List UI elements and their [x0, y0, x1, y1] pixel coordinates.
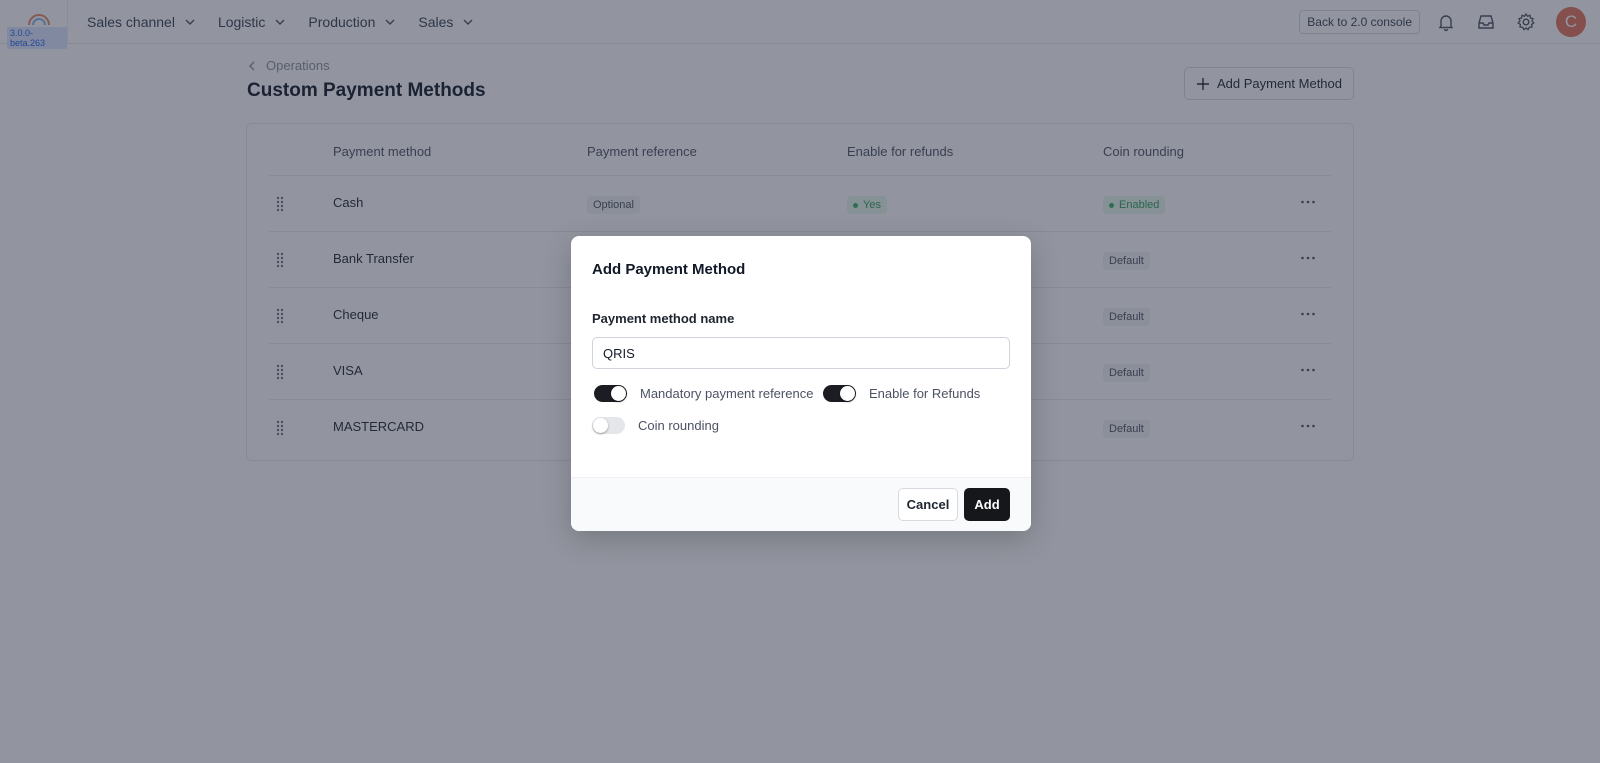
mandatory-reference-toggle-row: Mandatory payment reference — [594, 385, 813, 402]
add-button[interactable]: Add — [964, 488, 1010, 521]
enable-refunds-toggle[interactable] — [823, 385, 856, 402]
mandatory-reference-toggle[interactable] — [594, 385, 627, 402]
enable-refunds-label: Enable for Refunds — [869, 386, 981, 401]
payment-method-name-input[interactable] — [592, 337, 1010, 369]
refunds-toggle-row: Enable for Refunds — [823, 385, 980, 402]
add-payment-method-dialog: Add Payment Method Payment method name M… — [571, 236, 1031, 531]
cancel-button[interactable]: Cancel — [898, 488, 958, 521]
toggle-knob — [593, 418, 608, 433]
dialog-footer: Cancel Add — [571, 477, 1031, 531]
toggle-knob — [611, 386, 626, 401]
mandatory-reference-label: Mandatory payment reference — [640, 386, 814, 401]
toggle-knob — [840, 386, 855, 401]
dialog-title: Add Payment Method — [592, 261, 746, 278]
payment-method-name-label: Payment method name — [592, 311, 735, 326]
coin-rounding-label: Coin rounding — [638, 418, 719, 433]
coin-rounding-toggle-row: Coin rounding — [592, 417, 719, 434]
coin-rounding-toggle[interactable] — [592, 417, 625, 434]
